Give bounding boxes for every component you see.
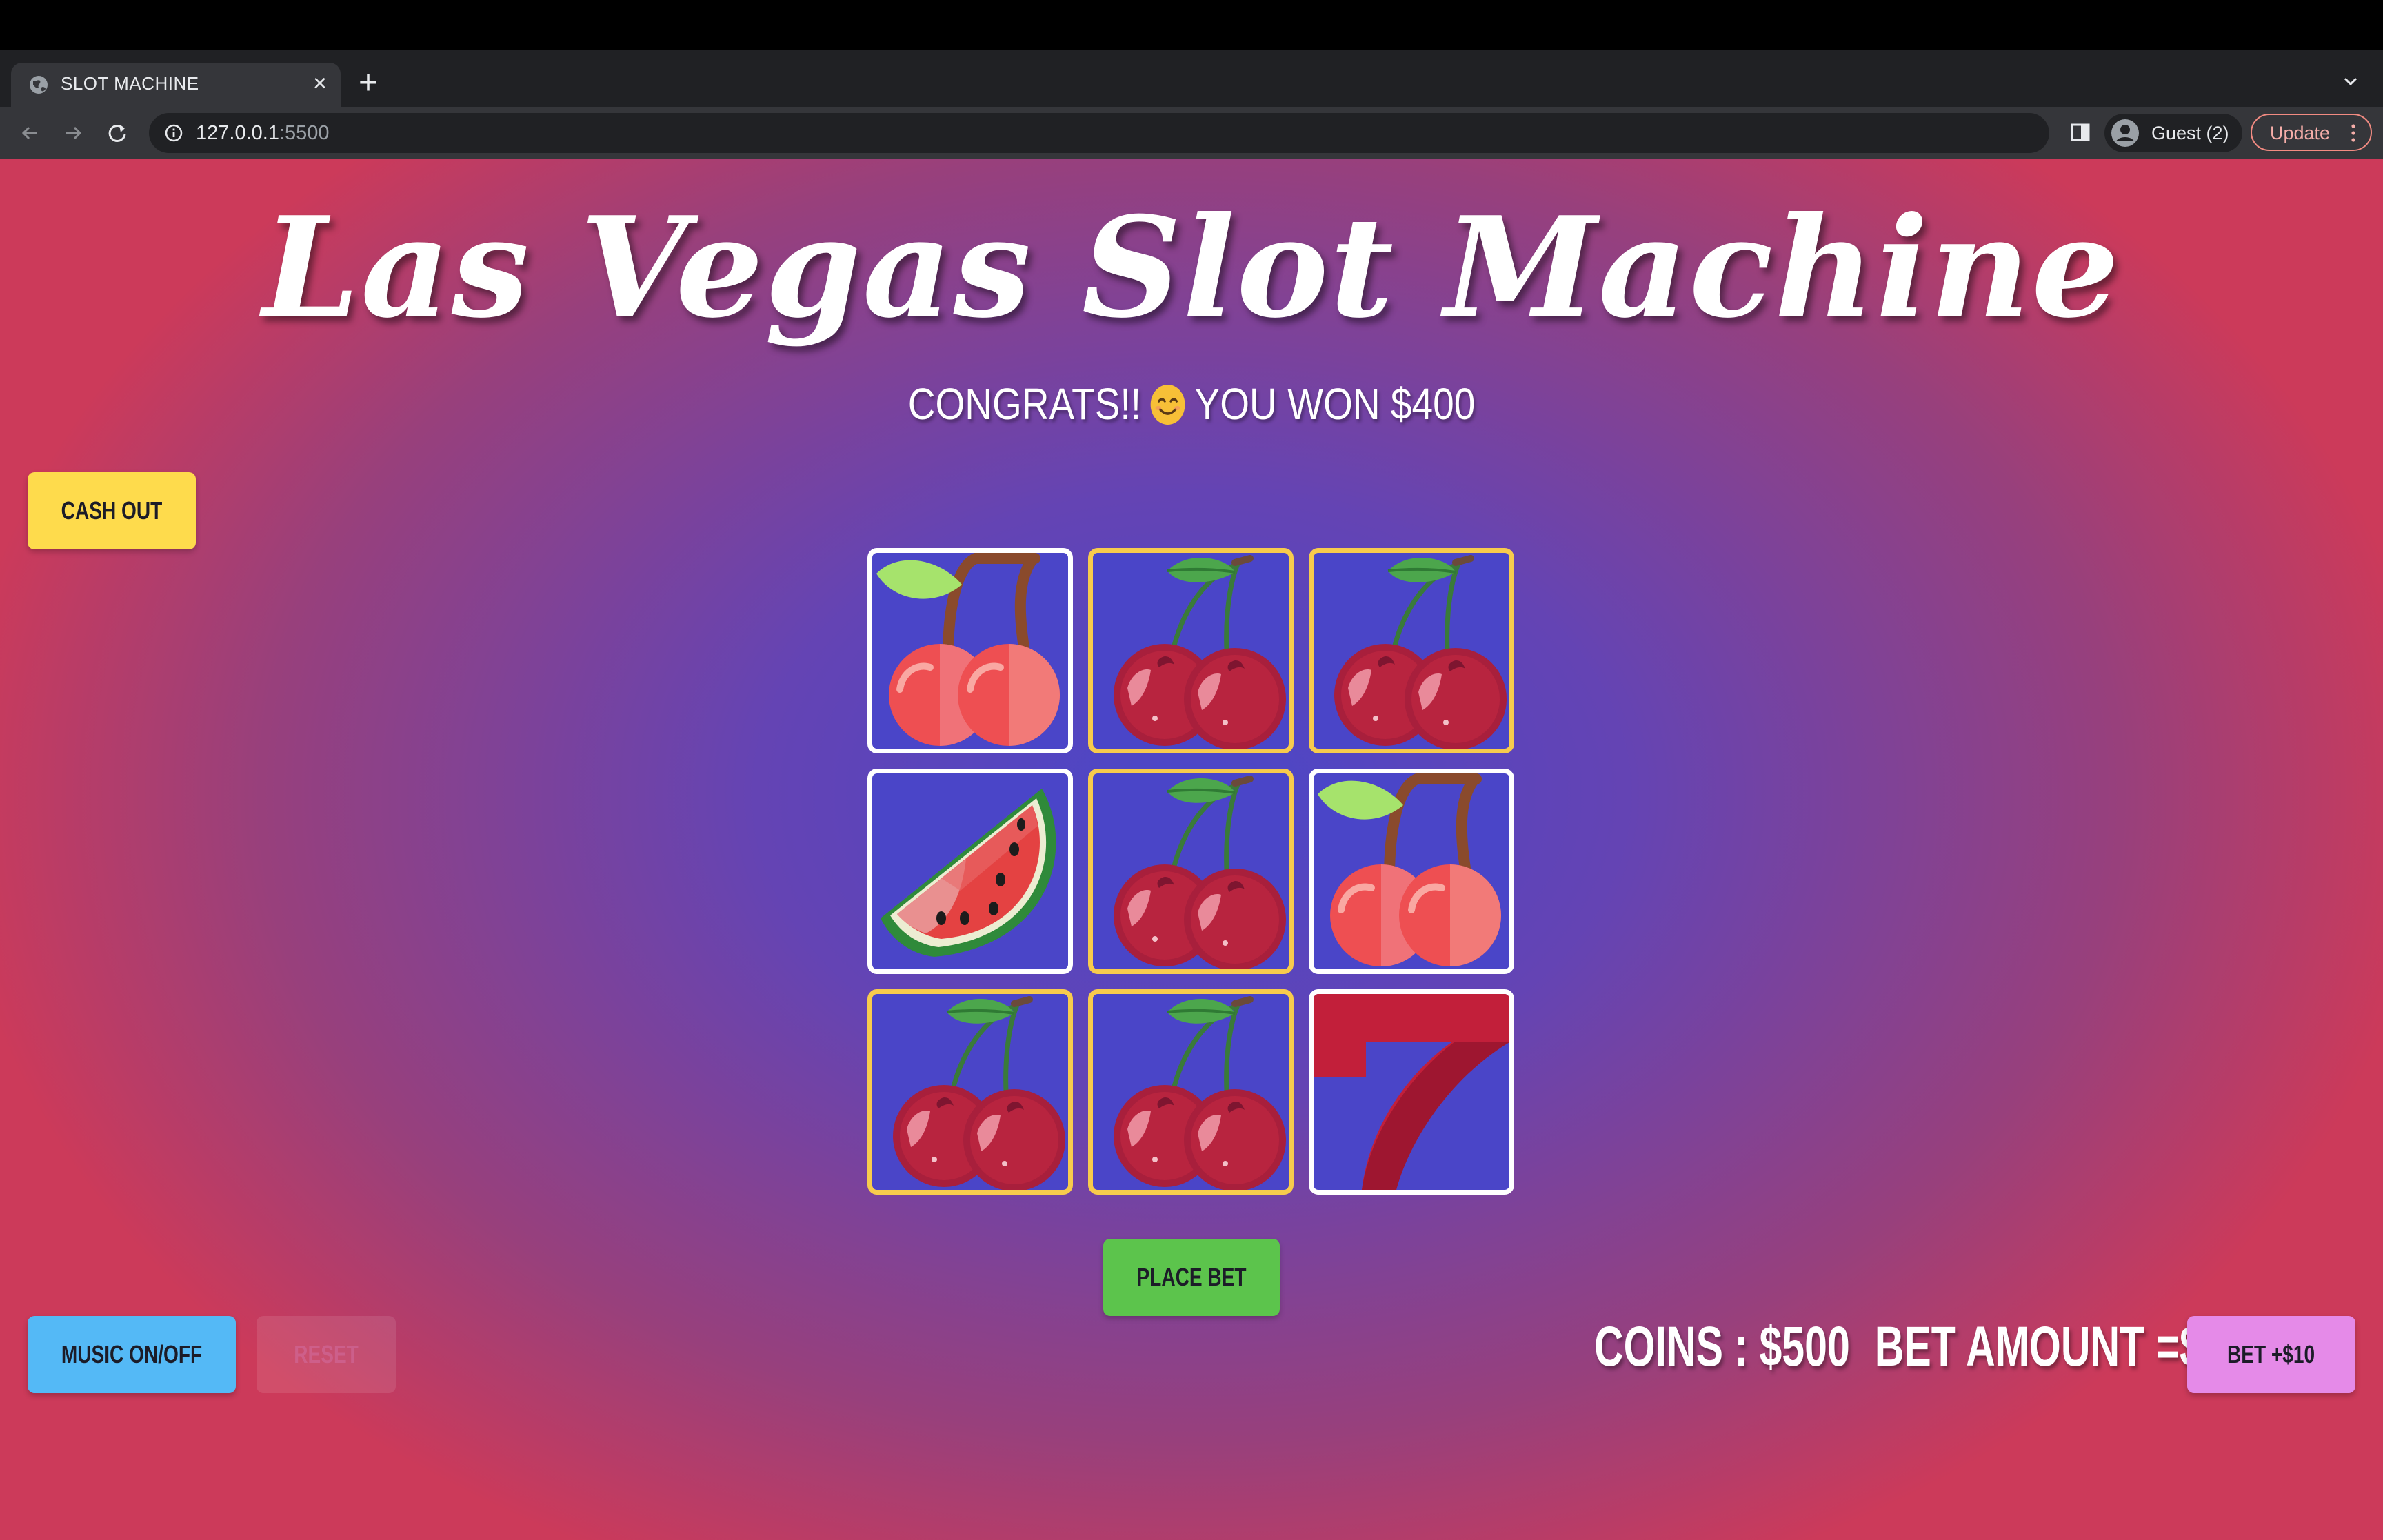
reel-cell-dark-cherry <box>1088 769 1294 974</box>
smiling-face-icon <box>1150 385 1185 425</box>
dark-cherry-icon <box>1093 553 1289 749</box>
place-bet-button[interactable]: PLACE BET <box>1103 1239 1280 1316</box>
reel-cell-dark-cherry <box>1088 989 1294 1195</box>
reset-label: RESET <box>294 1340 359 1368</box>
more-vert-icon[interactable] <box>2350 123 2357 143</box>
coins-display: COINS : $500 <box>1594 1315 1850 1378</box>
page-title: Las Vegas Slot Machine <box>262 187 2121 349</box>
coin-stats: COINS : $500 BET AMOUNT =$10 <box>1594 1315 2273 1390</box>
close-tab-icon[interactable]: × <box>313 71 327 96</box>
cash-out-button[interactable]: CASH OUT <box>28 472 196 549</box>
update-label: Update <box>2270 123 2331 143</box>
reset-button[interactable]: RESET <box>257 1316 396 1393</box>
slot-machine-page: Las Vegas Slot Machine CONGRATS!! YOU WO… <box>0 159 2383 1540</box>
window-top-bar <box>0 0 2383 50</box>
result-message: CONGRATS!! YOU WON $400 <box>167 378 2216 429</box>
tab-title: SLOT MACHINE <box>61 73 199 94</box>
side-panel-icon[interactable] <box>2069 121 2092 144</box>
update-button[interactable]: Update <box>2251 114 2372 151</box>
reels-grid <box>867 548 1516 1196</box>
reel-cell-watermelon <box>867 769 1073 974</box>
bet-increase-button[interactable]: BET +$10 <box>2187 1316 2355 1393</box>
reel-cell-seven <box>1309 989 1514 1195</box>
chevron-down-icon[interactable] <box>2340 71 2361 92</box>
profile-button[interactable]: Guest (2) <box>2104 114 2242 152</box>
address-bar[interactable]: 127.0.0.1:5500 <box>149 113 2049 153</box>
message-suffix: YOU WON $400 <box>1194 379 1476 429</box>
new-tab-icon[interactable]: + <box>359 67 378 100</box>
seven-icon <box>1314 994 1509 1190</box>
globe-icon <box>30 76 48 94</box>
message-prefix: CONGRATS!! <box>907 379 1142 429</box>
watermelon-icon <box>872 773 1068 969</box>
dark-cherry-icon <box>1314 553 1509 749</box>
music-label: MUSIC ON/OFF <box>61 1340 203 1368</box>
reel-cell-light-cherry <box>1309 769 1514 974</box>
reload-icon[interactable] <box>103 119 131 147</box>
browser-toolbar: 127.0.0.1:5500 Guest (2) Update <box>0 107 2383 159</box>
avatar-icon <box>2111 119 2139 147</box>
forward-arrow-icon[interactable] <box>59 119 87 147</box>
light-cherry-icon <box>1314 773 1509 969</box>
cash-out-label: CASH OUT <box>61 496 163 525</box>
reel-cell-dark-cherry <box>1088 548 1294 753</box>
dark-cherry-icon <box>872 994 1068 1190</box>
light-cherry-icon <box>872 553 1068 749</box>
url-text: 127.0.0.1:5500 <box>196 122 330 144</box>
reel-cell-dark-cherry <box>867 989 1073 1195</box>
tab-strip: SLOT MACHINE × + <box>0 50 2383 107</box>
profile-name: Guest (2) <box>2151 123 2229 143</box>
dark-cherry-icon <box>1093 773 1289 969</box>
reel-cell-dark-cherry <box>1309 548 1514 753</box>
place-bet-label: PLACE BET <box>1136 1263 1247 1291</box>
reel-cell-light-cherry <box>867 548 1073 753</box>
browser-tab[interactable]: SLOT MACHINE × <box>11 63 341 107</box>
bet-increase-label: BET +$10 <box>2227 1340 2315 1368</box>
info-icon[interactable] <box>164 123 183 143</box>
music-toggle-button[interactable]: MUSIC ON/OFF <box>28 1316 236 1393</box>
dark-cherry-icon <box>1093 994 1289 1190</box>
back-arrow-icon[interactable] <box>17 119 44 147</box>
